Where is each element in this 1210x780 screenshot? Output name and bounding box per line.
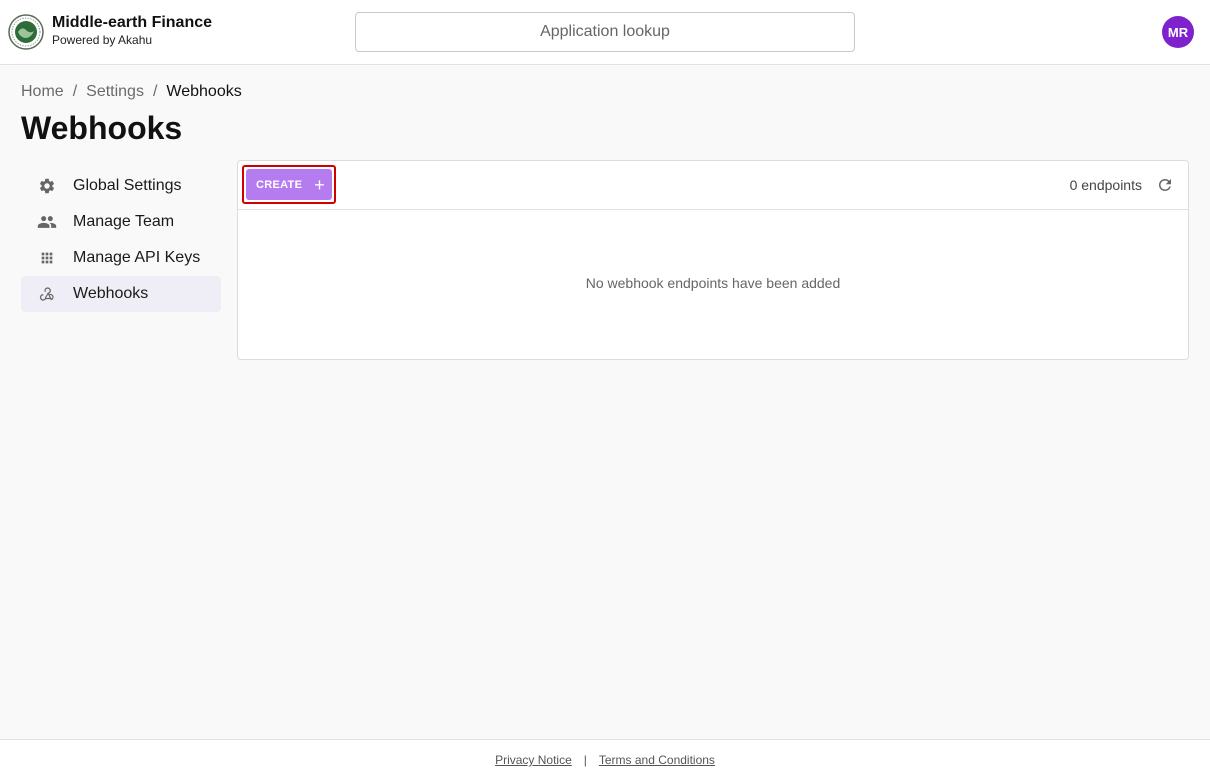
grid-icon [37, 248, 57, 268]
brand-subtitle: Powered by Akahu [52, 33, 153, 47]
sidebar-item-global-settings[interactable]: Global Settings [21, 168, 221, 204]
breadcrumb-current: Webhooks [166, 83, 242, 100]
webhooks-panel: CREATE + 0 endpoints No webhook endpoint… [237, 160, 1189, 360]
top-bar: Middle-earth Finance Powered by Akahu MR [0, 0, 1210, 65]
breadcrumb-home[interactable]: Home [21, 83, 64, 101]
breadcrumb-separator: / [72, 83, 78, 100]
brand-logo[interactable] [8, 14, 44, 50]
endpoint-count: 0 endpoints [1069, 177, 1142, 193]
application-lookup-input[interactable] [355, 12, 855, 52]
footer: Privacy Notice | Terms and Conditions [0, 739, 1210, 780]
breadcrumb-settings[interactable]: Settings [86, 83, 144, 101]
gear-icon [37, 176, 57, 196]
sidebar-item-webhooks[interactable]: Webhooks [21, 276, 221, 312]
webhook-icon [37, 284, 57, 304]
create-button[interactable]: CREATE + [246, 169, 332, 200]
sidebar-item-label: Webhooks [73, 285, 149, 302]
sidebar-item-label: Manage Team [73, 213, 175, 230]
panel-toolbar: CREATE + 0 endpoints [238, 161, 1188, 210]
breadcrumb: Home / Settings / Webhooks [21, 83, 242, 101]
team-icon [37, 212, 57, 232]
plus-icon: + [314, 174, 326, 195]
user-avatar[interactable]: MR [1162, 16, 1194, 48]
footer-divider: | [583, 753, 587, 767]
privacy-notice-link[interactable]: Privacy Notice [495, 753, 572, 767]
sidebar-item-manage-api-keys[interactable]: Manage API Keys [21, 240, 221, 276]
page-title: Webhooks [21, 110, 183, 146]
sidebar-item-label: Manage API Keys [73, 249, 201, 266]
sidebar-item-label: Global Settings [73, 177, 182, 194]
breadcrumb-separator: / [152, 83, 158, 100]
refresh-icon[interactable] [1156, 176, 1174, 194]
create-button-label: CREATE [256, 178, 303, 191]
terms-link[interactable]: Terms and Conditions [599, 753, 715, 767]
empty-state-message: No webhook endpoints have been added [585, 275, 841, 291]
sidebar-item-manage-team[interactable]: Manage Team [21, 204, 221, 240]
brand-name: Middle-earth Finance [52, 14, 213, 31]
